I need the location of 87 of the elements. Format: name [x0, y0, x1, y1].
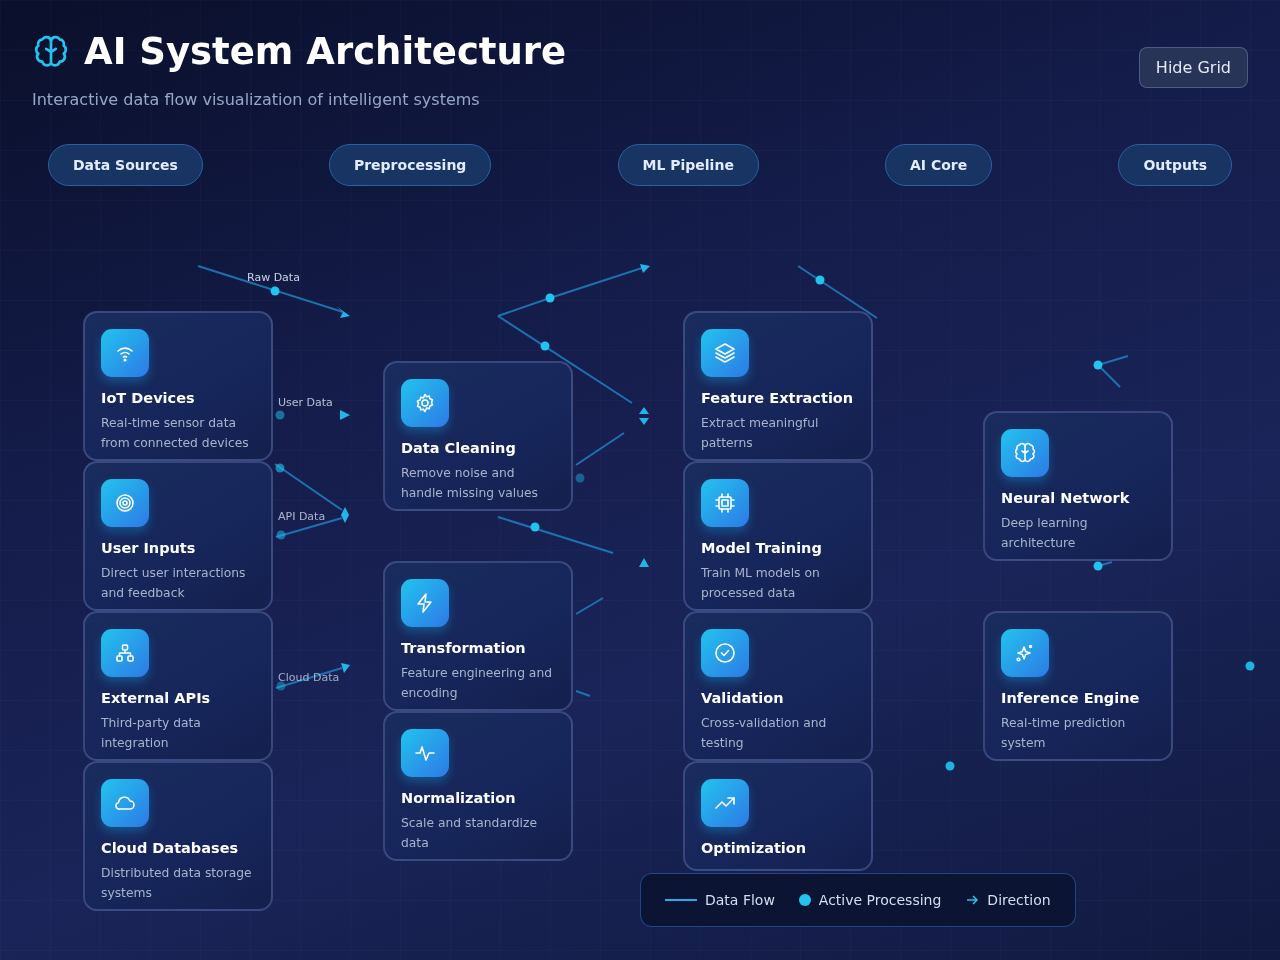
flow-dot	[945, 761, 955, 771]
node-card[interactable]: User Inputs Direct user interactions and feedback	[83, 461, 273, 611]
node-description: Train ML models on processed data	[701, 565, 821, 602]
edge-label: Cloud Data	[278, 671, 340, 684]
edge-label: User Data	[278, 396, 333, 409]
node-title: Feature Extraction	[701, 389, 854, 407]
brain-icon	[1001, 429, 1049, 477]
page-title: AI System Architecture	[84, 30, 567, 74]
hide-grid-button[interactable]: Hide Grid	[1138, 47, 1248, 88]
node-card[interactable]: Normalization Scale and standardize data	[383, 711, 573, 861]
node-card[interactable]: Model Training Train ML models on processed data	[683, 461, 873, 611]
arrowhead-icon	[340, 410, 350, 420]
edge-label: API Data	[278, 510, 326, 523]
node-description: Extract meaningful patterns	[701, 415, 820, 452]
node-title: Neural Network	[1001, 489, 1130, 507]
node-description: Feature engineering and encoding	[401, 665, 553, 702]
node-title: IoT Devices	[101, 389, 195, 407]
chip-icon	[701, 479, 749, 527]
page-subtitle: Interactive data flow visualization of intelligent systems	[32, 90, 481, 109]
node-card[interactable]: External APIs Third-party data integration	[83, 611, 273, 761]
connector-line	[575, 597, 604, 615]
node-card[interactable]: Neural Network Deep learning architecture	[983, 411, 1173, 561]
flow-dot	[540, 341, 550, 351]
node-description: Deep learning architecture	[1001, 515, 1089, 552]
pulse-icon	[401, 729, 449, 777]
cloud-icon	[101, 779, 149, 827]
node-card[interactable]: Validation Cross-validation and testing	[683, 611, 873, 761]
node-title: User Inputs	[101, 539, 196, 557]
node-title: Normalization	[401, 789, 516, 807]
flow-dot	[1093, 561, 1103, 571]
node-card[interactable]: Cloud Databases Distributed data storage systems	[83, 761, 273, 911]
node-description: Distributed data storage systems	[101, 865, 253, 902]
node-title: Validation	[701, 689, 784, 707]
node-description: Third-party data integration	[101, 715, 202, 752]
layers-icon	[701, 329, 749, 377]
node-title: Inference Engine	[1001, 689, 1140, 707]
arrowhead-icon	[639, 558, 649, 567]
stage-label: ML Pipeline	[617, 144, 759, 186]
legend-label: Data Flow	[705, 892, 775, 908]
arrow-right-icon	[965, 893, 980, 907]
legend-label: Direction	[987, 892, 1051, 908]
flow-dot	[530, 522, 540, 532]
network-icon	[101, 629, 149, 677]
node-title: Model Training	[701, 539, 822, 557]
gear-icon	[401, 379, 449, 427]
node-title: External APIs	[101, 689, 211, 707]
line-swatch-icon	[665, 899, 697, 901]
flow-dot	[275, 410, 285, 420]
legend-label: Active Processing	[818, 892, 942, 908]
flow-dot	[1093, 360, 1103, 370]
target-icon	[101, 479, 149, 527]
flow-dot	[270, 286, 280, 296]
edge-label: Raw Data	[247, 271, 300, 284]
node-title: Data Cleaning	[401, 439, 516, 457]
node-card[interactable]: Feature Extraction Extract meaningful patterns	[683, 311, 873, 461]
wifi-icon	[101, 329, 149, 377]
node-description: Direct user interactions and feedback	[101, 565, 247, 602]
node-card[interactable]: Optimization	[683, 761, 873, 871]
node-card[interactable]: Transformation Feature engineering and encoding	[383, 561, 573, 711]
flow-dot	[815, 275, 825, 285]
connector-line	[575, 432, 625, 466]
connector-line	[575, 690, 591, 697]
flow-dot	[545, 293, 555, 303]
flow-dot	[1245, 661, 1255, 671]
node-description: Scale and standardize data	[401, 815, 539, 852]
flow-dot	[575, 473, 585, 483]
dot-icon	[798, 894, 811, 906]
node-card[interactable]: Data Cleaning Remove noise and handle missing values	[383, 361, 573, 511]
node-title: Cloud Databases	[101, 839, 239, 857]
stage-label: Data Sources	[48, 144, 203, 186]
node-description: Cross-validation and testing	[701, 715, 828, 752]
stage-label: AI Core	[885, 144, 993, 186]
node-card[interactable]: IoT Devices Real-time sensor data from connected devices	[83, 311, 273, 461]
sparkle-icon	[1001, 629, 1049, 677]
lightning-icon	[401, 579, 449, 627]
trending-up-icon	[701, 779, 749, 827]
flow-dot	[275, 463, 285, 473]
stage-label: Preprocessing	[328, 144, 492, 186]
node-card[interactable]: Inference Engine Real-time prediction system	[983, 611, 1173, 761]
node-description: Real-time sensor data from connected devices	[101, 415, 250, 452]
node-description: Remove noise and handle missing values	[401, 465, 539, 502]
node-title: Optimization	[701, 839, 807, 857]
node-title: Transformation	[401, 639, 526, 657]
node-description: Real-time prediction system	[1001, 715, 1127, 752]
flow-dot	[276, 681, 286, 691]
flow-dot	[276, 530, 286, 540]
stage-label: Outputs	[1118, 144, 1232, 186]
